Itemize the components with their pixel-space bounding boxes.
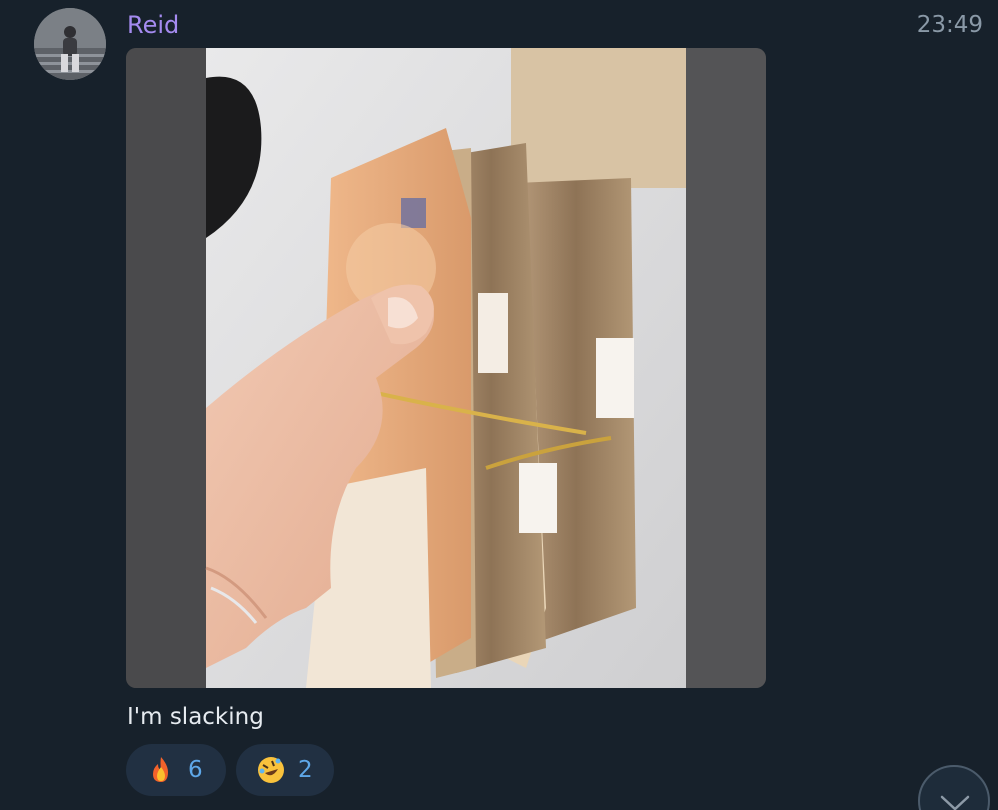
chevron-down-icon: [940, 795, 970, 810]
message-caption: I'm slacking: [127, 704, 264, 730]
avatar-photo: [34, 8, 106, 80]
sender-avatar[interactable]: [34, 8, 106, 80]
reaction-fire[interactable]: 6: [126, 744, 226, 796]
message-photo[interactable]: [126, 48, 766, 688]
reaction-count: 6: [188, 757, 203, 783]
chat-view: Reid 23:49 I'm slacking 6 2: [0, 0, 998, 810]
message-time: 23:49: [916, 12, 983, 38]
sender-name[interactable]: Reid: [127, 9, 179, 41]
scroll-down-button[interactable]: [918, 765, 990, 810]
reaction-count: 2: [298, 757, 313, 783]
photo-image: [126, 48, 766, 688]
fire-emoji-icon: [146, 755, 176, 785]
rofl-emoji-icon: [256, 755, 286, 785]
reaction-rofl[interactable]: 2: [236, 744, 334, 796]
